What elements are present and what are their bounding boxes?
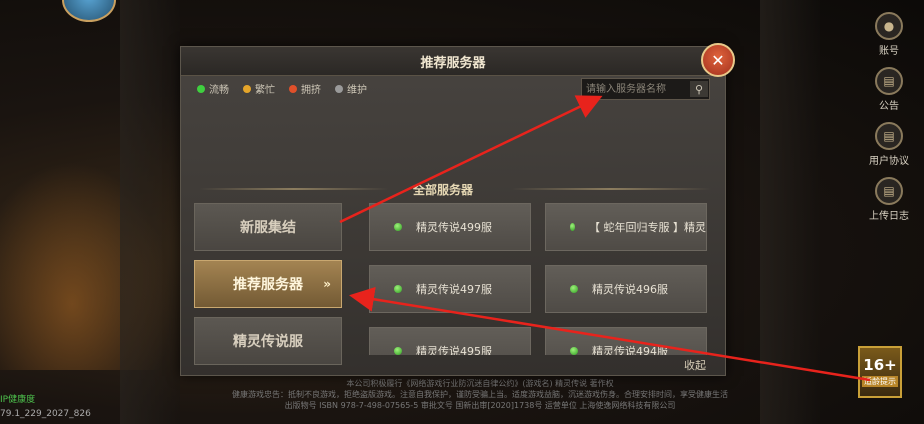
side-item-account[interactable]: ● 账号 [862, 12, 916, 57]
legal-line: 健康游戏忠告：抵制不良游戏，拒绝盗版游戏。注意自我保护，谨防受骗上当。适度游戏益… [232, 390, 728, 399]
server-name: 精灵传说496服 [592, 283, 668, 296]
category-label: 精灵传说服 [233, 334, 303, 350]
status-legend: 流畅 繁忙 拥挤 维护 [197, 81, 367, 96]
category-list: 新服集结 推荐服务器 » 精灵传说服 [194, 203, 342, 374]
server-item[interactable]: 精灵传说497服 [369, 265, 531, 313]
status-dot-icon [394, 347, 402, 355]
category-label: 新服集结 [240, 220, 296, 236]
age-rating-value: 16+ [863, 356, 897, 374]
status-dot-icon [394, 223, 402, 231]
side-item-label: 用户协议 [869, 156, 909, 167]
category-label: 推荐服务器 [233, 277, 303, 293]
side-menu: ● 账号 ▤ 公告 ▤ 用户协议 ▤ 上传日志 [862, 12, 916, 232]
server-search-input[interactable] [582, 82, 688, 96]
server-select-dialog: 推荐服务器 ✕ 流畅 繁忙 拥挤 维护 ⚲ 全部服务器 新服集结 [180, 43, 735, 376]
server-search-box: ⚲ [581, 78, 710, 100]
health-status-text: IP健康度 [0, 395, 36, 405]
section-divider-left [199, 188, 389, 190]
legend-label: 维护 [347, 85, 367, 96]
legal-line: 出版物号 ISBN 978-7-498-07565-5 审批文号 国新出审[20… [284, 401, 676, 410]
status-dot-icon [570, 347, 578, 355]
side-item-label: 公告 [879, 101, 899, 112]
legal-line: 本公司积极履行《网络游戏行业防沉迷自律公约》(游戏名) 精灵传说 著作权 [346, 379, 614, 388]
version-text: 79.1_229_2027_826 [0, 409, 91, 419]
server-item[interactable]: 精灵传说495服 [369, 327, 531, 355]
server-grid: 精灵传说499服 【 蛇年回归专服 】精灵 精灵传说497服 精灵传说496服 … [369, 203, 711, 355]
status-dot-icon [570, 223, 575, 231]
section-divider-right [511, 188, 711, 190]
section-title: 全部服务器 [413, 183, 474, 197]
status-dot-icon [570, 285, 578, 293]
background-pillar [120, 0, 180, 424]
agreement-icon: ▤ [875, 122, 903, 150]
server-item[interactable]: 精灵传说499服 [369, 203, 531, 251]
notice-icon: ▤ [875, 67, 903, 95]
server-item[interactable]: 【 蛇年回归专服 】精灵 [545, 203, 707, 251]
chevron-right-icon: » [323, 277, 331, 291]
age-rating-badge[interactable]: 16+ 适龄提示 [858, 346, 902, 398]
status-dot-icon [394, 285, 402, 293]
server-name: 精灵传说497服 [416, 283, 492, 296]
side-item-notice[interactable]: ▤ 公告 [862, 67, 916, 112]
legend-item-smooth: 流畅 [197, 81, 229, 96]
status-dot-icon [289, 84, 297, 93]
dialog-title-bar: 推荐服务器 [181, 47, 725, 76]
side-item-label: 上传日志 [869, 211, 909, 222]
legend-item-crowded: 拥挤 [289, 81, 321, 96]
upload-log-icon: ▤ [875, 177, 903, 205]
close-button[interactable]: ✕ [701, 43, 735, 77]
server-item[interactable]: 精灵传说494服 [545, 327, 707, 355]
close-icon: ✕ [711, 50, 725, 70]
legend-label: 流畅 [209, 85, 229, 96]
age-rating-label: 适龄提示 [862, 376, 898, 387]
legend-label: 拥挤 [301, 85, 321, 96]
account-icon: ● [875, 12, 903, 40]
legend-item-busy: 繁忙 [243, 81, 275, 96]
background-pillar [760, 0, 820, 424]
category-legend-servers[interactable]: 精灵传说服 [194, 317, 342, 365]
category-new-servers[interactable]: 新服集结 [194, 203, 342, 251]
server-name: 精灵传说494服 [592, 345, 668, 355]
status-dot-icon [335, 84, 343, 93]
category-recommended[interactable]: 推荐服务器 » [194, 260, 342, 308]
side-item-upload-log[interactable]: ▤ 上传日志 [862, 177, 916, 222]
search-icon[interactable]: ⚲ [690, 81, 708, 97]
server-name: 精灵传说499服 [416, 221, 492, 234]
dialog-title: 推荐服务器 [420, 55, 486, 71]
legend-item-maintenance: 维护 [335, 81, 367, 96]
status-dot-icon [197, 84, 205, 93]
game-logo-icon [62, 0, 116, 22]
server-item[interactable]: 精灵传说496服 [545, 265, 707, 313]
legal-notice: 本公司积极履行《网络游戏行业防沉迷自律公约》(游戏名) 精灵传说 著作权 健康游… [160, 378, 800, 411]
status-dot-icon [243, 84, 251, 93]
side-item-label: 账号 [879, 46, 899, 57]
side-item-agreement[interactable]: ▤ 用户协议 [862, 122, 916, 167]
collapse-button[interactable]: 收起 [684, 357, 706, 373]
server-name: 【 蛇年回归专服 】精灵 [589, 221, 706, 234]
server-name: 精灵传说495服 [416, 345, 492, 355]
legend-label: 繁忙 [255, 85, 275, 96]
